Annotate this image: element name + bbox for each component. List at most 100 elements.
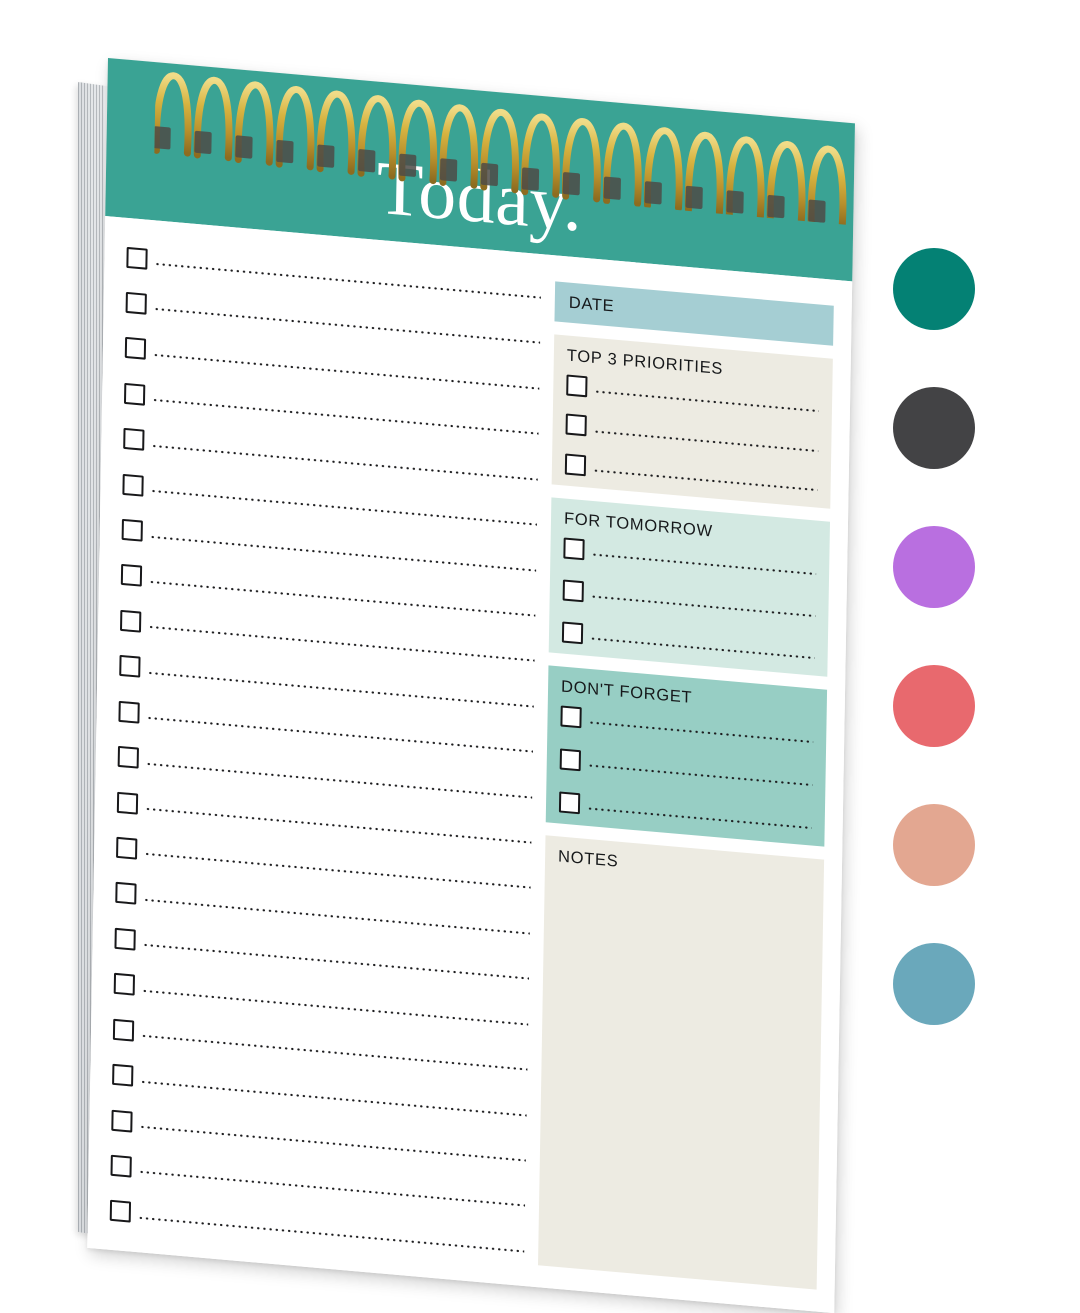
checklist-row[interactable] [114, 927, 530, 985]
checkbox-icon[interactable] [110, 1154, 132, 1178]
checkbox-icon[interactable] [121, 518, 143, 542]
swatch-orchid-purple [893, 526, 975, 608]
dotted-writing-line[interactable] [147, 671, 534, 708]
dotted-writing-line[interactable] [593, 429, 819, 453]
checklist-row[interactable] [111, 1109, 526, 1167]
checklist-row[interactable] [109, 1200, 525, 1258]
checkbox-icon[interactable] [126, 246, 148, 270]
checklist-row[interactable] [118, 700, 533, 758]
dotted-writing-line[interactable] [144, 852, 531, 890]
dotted-writing-line[interactable] [153, 307, 541, 345]
checkbox-icon[interactable] [122, 473, 144, 497]
dotted-writing-line[interactable] [144, 807, 532, 845]
dotted-writing-line[interactable] [138, 1170, 526, 1208]
checkbox-icon[interactable] [119, 655, 141, 678]
dotted-writing-line[interactable] [141, 988, 529, 1026]
dotted-writing-line[interactable] [592, 468, 818, 492]
swatch-coral-red [893, 665, 975, 747]
checkbox-icon[interactable] [116, 836, 138, 860]
dotted-writing-line[interactable] [140, 1034, 528, 1072]
dotted-writing-line[interactable] [140, 1079, 527, 1117]
forget-row[interactable] [558, 790, 812, 833]
dotted-writing-line[interactable] [152, 398, 539, 436]
checkbox-icon[interactable] [109, 1200, 132, 1223]
checklist-row[interactable] [110, 1154, 526, 1212]
dotted-writing-line[interactable] [590, 594, 816, 618]
for-tomorrow-rows [561, 536, 817, 663]
notes-panel[interactable]: NOTES [537, 835, 825, 1290]
checklist-row[interactable] [116, 791, 532, 849]
dotted-writing-line[interactable] [591, 552, 817, 576]
checklist-row[interactable] [119, 655, 534, 713]
checkbox-icon[interactable] [559, 747, 581, 771]
checkbox-icon[interactable] [123, 428, 145, 451]
checkbox-icon[interactable] [565, 413, 587, 437]
forget-row[interactable] [559, 747, 813, 790]
checklist-row[interactable] [122, 473, 537, 531]
checkbox-icon[interactable] [123, 382, 146, 406]
checkbox-icon[interactable] [112, 1063, 134, 1087]
checklist-row[interactable] [123, 382, 539, 440]
dotted-writing-line[interactable] [152, 353, 540, 390]
checkbox-icon[interactable] [114, 927, 136, 951]
date-field[interactable]: DATE [554, 281, 834, 346]
priority-row[interactable] [565, 413, 819, 456]
checklist-row[interactable] [120, 609, 535, 667]
checkbox-icon[interactable] [116, 791, 139, 815]
dotted-writing-line[interactable] [154, 262, 541, 300]
checkbox-icon[interactable] [117, 745, 139, 769]
checklist-row[interactable] [115, 882, 530, 940]
checkbox-icon[interactable] [566, 373, 588, 397]
checkbox-icon[interactable] [124, 337, 147, 361]
checklist-row[interactable] [126, 246, 541, 304]
checklist-row[interactable] [120, 564, 536, 622]
checkbox-icon[interactable] [113, 973, 136, 996]
dotted-writing-line[interactable] [146, 716, 533, 754]
checkbox-icon[interactable] [560, 704, 582, 728]
checkbox-icon[interactable] [120, 609, 142, 633]
tomorrow-row[interactable] [561, 620, 815, 663]
dotted-writing-line[interactable] [594, 389, 819, 413]
checkbox-icon[interactable] [558, 790, 581, 814]
checkbox-icon[interactable] [118, 700, 140, 724]
dotted-writing-line[interactable] [588, 720, 814, 744]
checkbox-icon[interactable] [125, 291, 147, 315]
checkbox-icon[interactable] [564, 452, 587, 476]
checklist-row[interactable] [113, 973, 529, 1031]
dotted-writing-line[interactable] [142, 943, 530, 981]
date-label: DATE [568, 293, 615, 316]
checklist-row[interactable] [124, 337, 540, 395]
dotted-writing-line[interactable] [148, 625, 535, 663]
dotted-writing-line[interactable] [586, 806, 812, 830]
checkbox-icon[interactable] [561, 620, 584, 644]
checkbox-icon[interactable] [111, 1109, 133, 1133]
priority-row[interactable] [564, 452, 818, 495]
checklist-row[interactable] [125, 291, 541, 349]
checkbox-icon[interactable] [112, 1018, 135, 1042]
checklist-row[interactable] [116, 836, 531, 894]
product-photo-canvas: Today. DATE TOP 3 PRIORITIES FOR TOMORRO… [0, 0, 1080, 1313]
dotted-writing-line[interactable] [150, 489, 537, 527]
dotted-writing-line[interactable] [151, 443, 538, 481]
dotted-writing-line[interactable] [137, 1216, 525, 1253]
checkbox-icon[interactable] [115, 882, 137, 906]
dont-forget-panel: DON'T FORGET [545, 665, 828, 847]
dotted-writing-line[interactable] [587, 763, 813, 787]
dotted-writing-line[interactable] [149, 534, 537, 572]
checklist-row[interactable] [123, 428, 538, 486]
checklist-row[interactable] [117, 745, 533, 803]
dotted-writing-line[interactable] [143, 898, 530, 935]
tomorrow-row[interactable] [562, 578, 816, 621]
todo-checklist [109, 240, 542, 1264]
checklist-row[interactable] [112, 1018, 528, 1076]
checkbox-icon[interactable] [563, 536, 585, 560]
dotted-writing-line[interactable] [145, 761, 533, 799]
dotted-writing-line[interactable] [148, 580, 536, 618]
dotted-writing-line[interactable] [139, 1125, 526, 1163]
checkbox-icon[interactable] [120, 564, 143, 588]
dotted-writing-line[interactable] [589, 636, 815, 660]
checklist-row[interactable] [121, 518, 537, 576]
sheet-body: DATE TOP 3 PRIORITIES FOR TOMORROW DON'T… [87, 215, 853, 1313]
checklist-row[interactable] [112, 1063, 527, 1121]
checkbox-icon[interactable] [562, 578, 584, 602]
